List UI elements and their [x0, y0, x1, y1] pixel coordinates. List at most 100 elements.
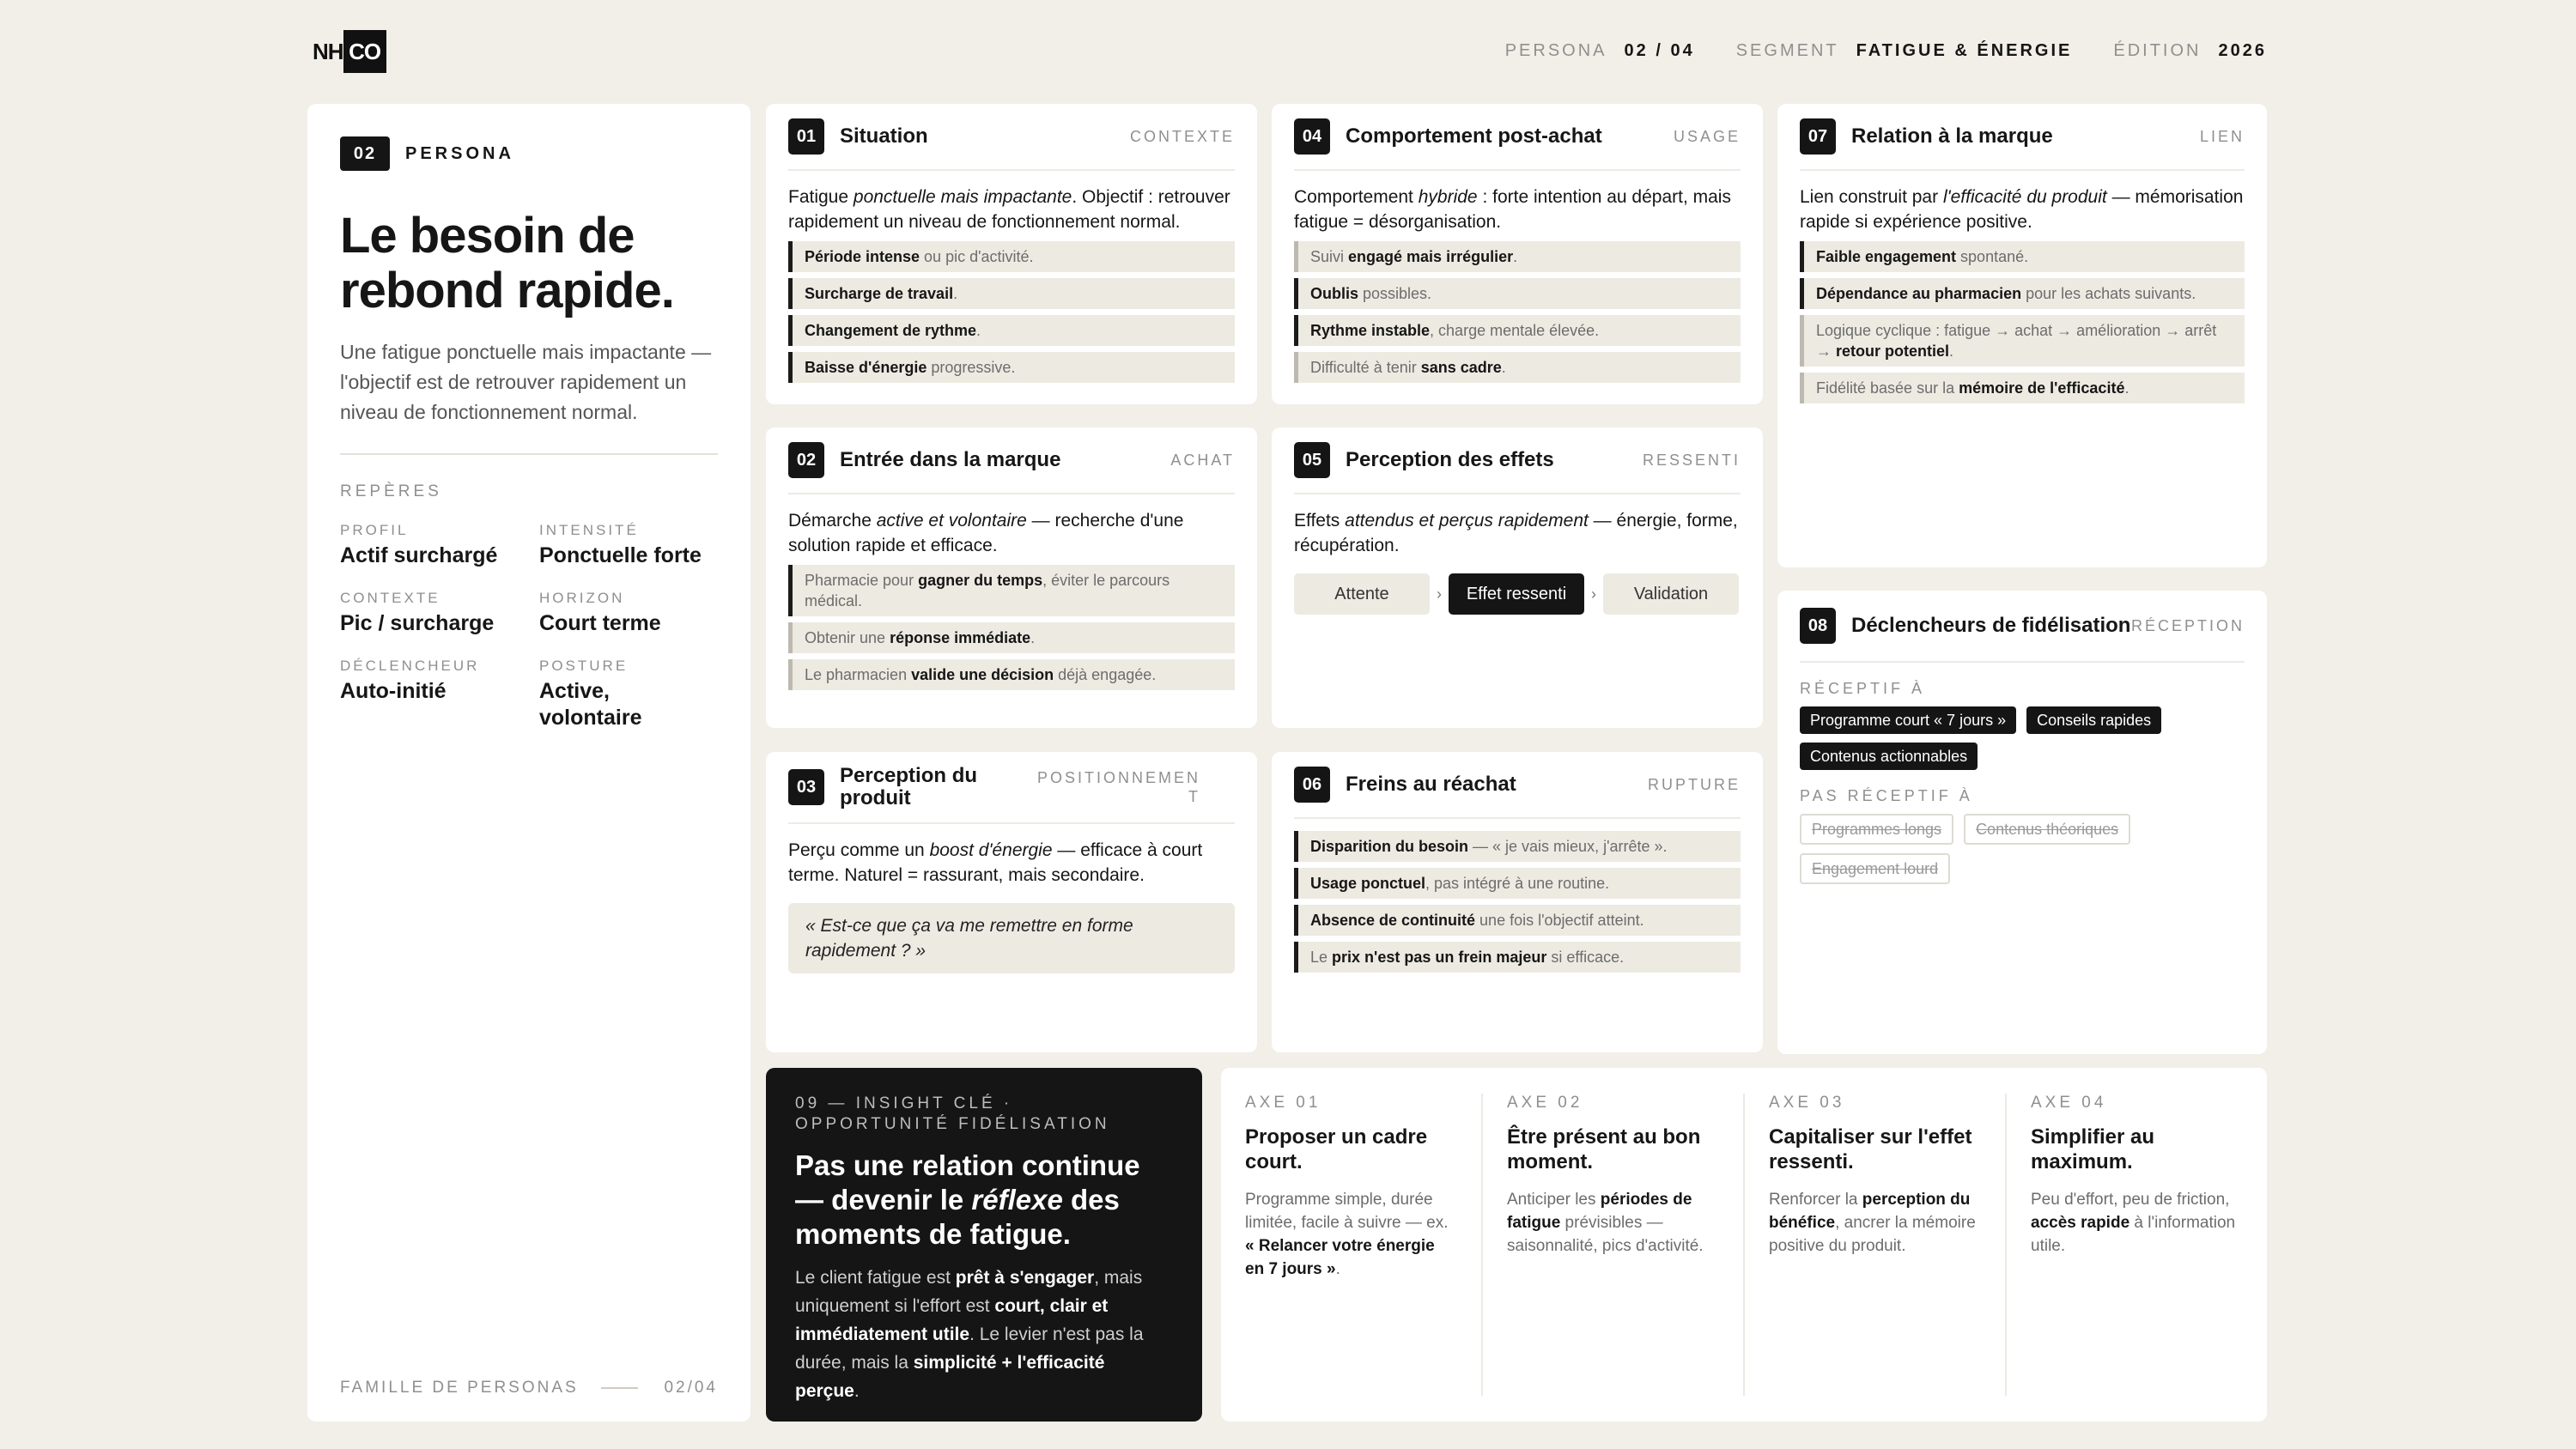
axis-01: AXE 01 Proposer un cadre court. Programm… — [1221, 1094, 1483, 1396]
card-tag: RÉCEPTION — [2130, 617, 2245, 634]
reperes-heading: REPÈRES — [340, 482, 442, 500]
persona-card: 02 PERSONA Le besoin de rebond rapide. U… — [307, 104, 750, 1422]
list-item: Absence de continuité une fois l'objecti… — [1294, 905, 1741, 936]
meta-segment-label: SEGMENT — [1735, 41, 1839, 60]
footer-label: FAMILLE DE PERSONAS — [340, 1379, 579, 1397]
list-item: Rythme instable, charge mentale élevée. — [1294, 315, 1741, 346]
axes-panel: AXE 01 Proposer un cadre court. Programm… — [1221, 1068, 2267, 1422]
footer-line — [600, 1387, 639, 1389]
card-title: Perception des effets — [1346, 448, 1554, 471]
repere-key: CONTEXTE — [340, 590, 440, 606]
repere-value: Court terme — [539, 611, 661, 635]
card-intro: Lien construit par l'efficacité du produ… — [1800, 187, 2244, 232]
repere-key: DÉCLENCHEUR — [340, 658, 480, 674]
card-comportement: 04 Comportement post-achat USAGE Comportem… — [1272, 104, 1763, 404]
list-item: Faible engagement spontané. — [1800, 241, 2245, 272]
bullet-list: Faible engagement spontané. Dépendance a… — [1800, 241, 2245, 403]
repere-value: Actif surchargé — [340, 543, 498, 567]
chip-struck: Engagement lourd — [1800, 853, 1951, 884]
chip-struck: Programmes longs — [1800, 814, 1954, 845]
footer-page: 02/04 — [664, 1379, 718, 1397]
card-title: Entrée dans la marque — [840, 448, 1061, 471]
card-intro: Comportement hybride : forte intention a… — [1294, 187, 1731, 232]
brand-logo: NH CO — [313, 29, 386, 74]
bullet-list: Disparition du besoin — « je vais mieux,… — [1294, 831, 1741, 973]
meta-edition-value: 2026 — [2218, 41, 2267, 60]
axis-heading: Être présent au bon moment. — [1507, 1125, 1701, 1173]
card-number: 08 — [1800, 608, 1836, 644]
logo-nh: NH — [313, 38, 344, 64]
card-tag: LIEN — [2199, 128, 2245, 145]
reperes-grid: PROFIL Actif surchargé INTENSITÉ Ponctuell… — [340, 522, 718, 731]
list-item: Difficulté à tenir sans cadre. — [1294, 352, 1741, 383]
axis-02: AXE 02 Être présent au bon moment. Antic… — [1483, 1094, 1745, 1396]
card-tag: USAGE — [1673, 128, 1741, 145]
card-intro: Fatigue ponctuelle mais impactante. Obje… — [788, 187, 1230, 232]
repere-key: PROFIL — [340, 522, 409, 538]
chip: Conseils rapides — [2026, 706, 2162, 734]
card-title: Freins au réachat — [1346, 773, 1516, 796]
card-title: Perception du produit — [840, 764, 978, 809]
axis-body: Programme simple, durée limitée, facile … — [1245, 1191, 1449, 1278]
card-number: 04 — [1294, 118, 1330, 155]
repere-intensite: INTENSITÉ Ponctuelle forte — [539, 522, 711, 569]
insight-headline: Pas une relation continue — devenir le r… — [795, 1149, 1140, 1250]
card-title: Déclencheurs de fidélisation — [1851, 614, 2131, 637]
persona-number: 02 — [340, 136, 390, 171]
axis-body: Renforcer la perception du bénéfice, anc… — [1769, 1191, 1976, 1255]
repere-posture: POSTURE Active, volontaire — [539, 658, 711, 731]
card-intro: Démarche active et volontaire — recherch… — [788, 511, 1184, 555]
list-item: Période intense ou pic d'activité. — [788, 241, 1235, 272]
insight-body: Le client fatigue est prêt à s'engager, … — [795, 1268, 1144, 1401]
list-item: Changement de rythme. — [788, 315, 1235, 346]
repere-key: INTENSITÉ — [539, 522, 639, 538]
list-item: Suivi engagé mais irrégulier. — [1294, 241, 1741, 272]
card-tag: POSITIONNEMENT — [1036, 769, 1200, 805]
card-perception-effets: 05 Perception des effets RESSENTI Effets a… — [1272, 427, 1763, 728]
persona-footer: FAMILLE DE PERSONAS 02/04 — [340, 1379, 718, 1397]
repere-value: Auto-initié — [340, 679, 447, 703]
axis-heading: Capitaliser sur l'effet ressenti. — [1769, 1125, 1972, 1173]
logo-co: CO — [343, 30, 386, 73]
step-validation: Validation — [1603, 573, 1739, 615]
list-item: Le pharmacien valide une décision déjà e… — [788, 659, 1235, 690]
list-item: Oublis possibles. — [1294, 278, 1741, 309]
meta-persona-label: PERSONA — [1504, 41, 1607, 60]
persona-label-text: PERSONA — [405, 143, 514, 163]
card-number: 03 — [788, 769, 824, 805]
card-number: 06 — [1294, 767, 1330, 803]
card-intro: Perçu comme un boost d'énergie — efficac… — [788, 840, 1203, 885]
insight-kicker: 09 — INSIGHT CLÉ · OPPORTUNITÉ FIDÉLISAT… — [795, 1094, 1110, 1133]
non-receptif-label: PAS RÉCEPTIF À — [1800, 787, 1973, 804]
chevron-right-icon: › — [1437, 585, 1442, 603]
list-item: Baisse d'énergie progressive. — [788, 352, 1235, 383]
persona-description: Une fatigue ponctuelle mais impactante —… — [340, 341, 712, 423]
list-item: Dépendance au pharmacien pour les achats… — [1800, 278, 2245, 309]
card-freins: 06 Freins au réachat RUPTURE Disparition d… — [1272, 752, 1763, 1052]
repere-declencheur: DÉCLENCHEUR Auto-initié — [340, 658, 539, 731]
card-relation: 07 Relation à la marque LIEN Lien construi… — [1777, 104, 2267, 567]
card-tag: RESSENTI — [1642, 452, 1741, 469]
chip: Contenus actionnables — [1800, 743, 1978, 770]
meta-edition-label: ÉDITION — [2113, 41, 2202, 60]
card-number: 05 — [1294, 442, 1330, 478]
receptif-chips: Programme court « 7 jours » Conseils rap… — [1800, 706, 2245, 770]
axis-key: AXE 03 — [1769, 1094, 1845, 1112]
axis-body: Peu d'effort, peu de friction, accès rap… — [2031, 1191, 2236, 1255]
chip-struck: Contenus théoriques — [1964, 814, 2131, 845]
repere-profil: PROFIL Actif surchargé — [340, 522, 539, 569]
list-item: Obtenir une réponse immédiate. — [788, 622, 1235, 653]
receptif-label: RÉCEPTIF À — [1800, 680, 1926, 697]
chip: Programme court « 7 jours » — [1800, 706, 2017, 734]
card-tag: ACHAT — [1170, 452, 1235, 469]
axis-heading: Simplifier au maximum. — [2031, 1125, 2155, 1173]
effects-steps: Attente › Effet ressenti › Validation — [1294, 573, 1741, 615]
non-receptif-chips: Programmes longs Contenus théoriques Eng… — [1800, 814, 2245, 884]
card-tag: CONTEXTE — [1129, 128, 1235, 145]
customer-quote: « Est-ce que ça va me remettre en forme … — [788, 903, 1235, 973]
card-declencheurs: 08 Déclencheurs de fidélisation RÉCEPTION … — [1777, 591, 2267, 1054]
card-number: 01 — [788, 118, 824, 155]
insight-card: 09 — INSIGHT CLÉ · OPPORTUNITÉ FIDÉLISAT… — [766, 1068, 1202, 1422]
axis-key: AXE 02 — [1507, 1094, 1583, 1112]
axis-04: AXE 04 Simplifier au maximum. Peu d'effo… — [2007, 1094, 2267, 1396]
